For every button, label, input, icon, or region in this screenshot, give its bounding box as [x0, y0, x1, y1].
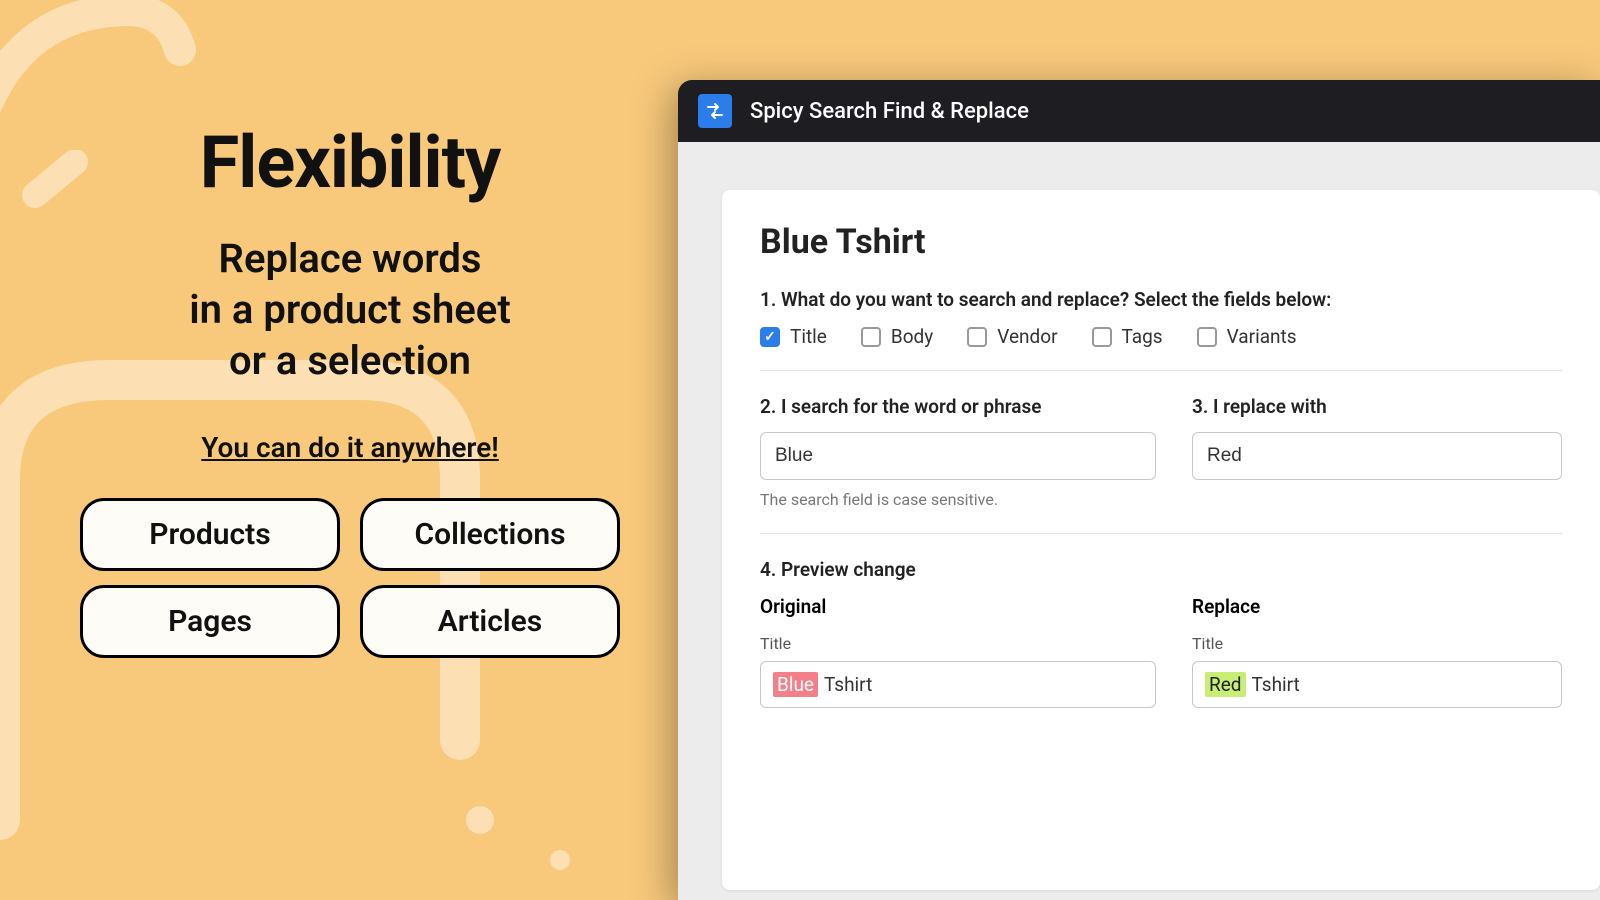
preview-replace-box: Red Tshirt [1192, 661, 1562, 708]
checkbox-icon [967, 327, 987, 347]
main-card: Blue Tshirt 1. What do you want to searc… [722, 190, 1600, 890]
step1-label: 1. What do you want to search and replac… [760, 288, 1562, 311]
preview-replace-rest: Tshirt [1252, 673, 1300, 696]
checkbox-tags[interactable]: Tags [1092, 325, 1163, 348]
step4-label: 4. Preview change [760, 558, 1562, 581]
app-logo-icon [698, 94, 732, 128]
checkbox-icon [760, 327, 780, 347]
pill-products[interactable]: Products [80, 498, 340, 571]
app-title: Spicy Search Find & Replace [750, 99, 1029, 124]
checkbox-body[interactable]: Body [861, 325, 933, 348]
app-window: Spicy Search Find & Replace Blue Tshirt … [678, 80, 1600, 900]
preview-original-box: Blue Tshirt [760, 661, 1156, 708]
checkbox-icon [861, 327, 881, 347]
preview-replace-head: Replace [1192, 595, 1562, 618]
highlight-original: Blue [773, 672, 818, 697]
headline: Flexibility [70, 120, 630, 205]
pill-pages[interactable]: Pages [80, 585, 340, 658]
pill-collections[interactable]: Collections [360, 498, 620, 571]
checkbox-title[interactable]: Title [760, 325, 827, 348]
preview-original-head: Original [760, 595, 1156, 618]
preview-original-rest: Tshirt [824, 673, 872, 696]
highlight-replace: Red [1205, 672, 1246, 697]
preview-original-field-label: Title [760, 634, 1156, 653]
subtitle: Replace words in a product sheet or a se… [70, 233, 630, 387]
checkbox-vendor[interactable]: Vendor [967, 325, 1057, 348]
anywhere-text: You can do it anywhere! [201, 431, 499, 464]
checkbox-icon [1197, 327, 1217, 347]
preview-replace-field-label: Title [1192, 634, 1562, 653]
product-title: Blue Tshirt [760, 222, 1562, 262]
search-input[interactable] [760, 432, 1156, 480]
marketing-panel: Flexibility Replace words in a product s… [70, 120, 630, 658]
checkbox-variants[interactable]: Variants [1197, 325, 1297, 348]
step2-label: 2. I search for the word or phrase [760, 395, 1156, 418]
app-header: Spicy Search Find & Replace [678, 80, 1600, 142]
pill-articles[interactable]: Articles [360, 585, 620, 658]
step3-label: 3. I replace with [1192, 395, 1562, 418]
field-checkbox-row: Title Body Vendor Tags Variants [760, 325, 1562, 371]
replace-input[interactable] [1192, 432, 1562, 480]
checkbox-icon [1092, 327, 1112, 347]
search-hint: The search field is case sensitive. [760, 490, 1156, 509]
